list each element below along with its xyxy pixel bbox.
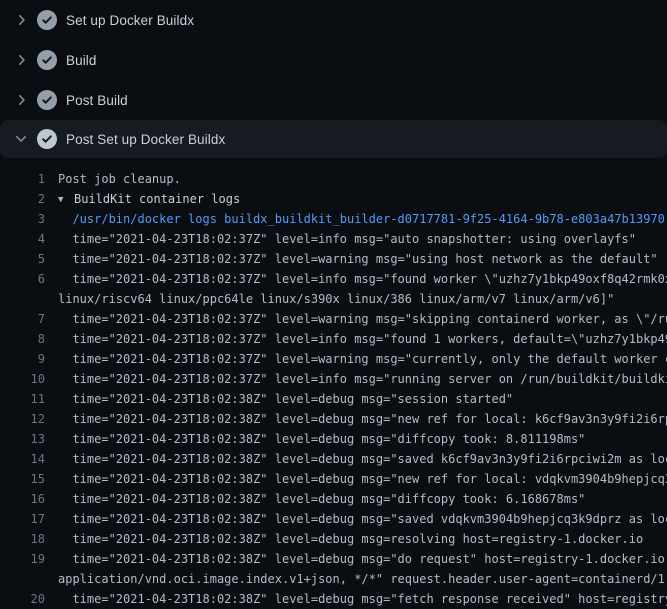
log-text: time="2021-04-23T18:02:38Z" level=debug … (58, 469, 667, 489)
log-line: 5 time="2021-04-23T18:02:37Z" level=warn… (0, 249, 667, 269)
log-line: 3 /usr/bin/docker logs buildx_buildkit_b… (0, 209, 667, 229)
chevron-right-icon[interactable] (13, 52, 29, 68)
log-text: time="2021-04-23T18:02:38Z" level=debug … (58, 409, 667, 429)
line-number[interactable]: 4 (0, 229, 45, 249)
chevron-right-icon[interactable] (13, 92, 29, 108)
log-text: time="2021-04-23T18:02:37Z" level=info m… (58, 369, 667, 389)
log-text: time="2021-04-23T18:02:37Z" level=info m… (58, 269, 667, 289)
log-text: time="2021-04-23T18:02:38Z" level=debug … (58, 449, 667, 469)
step-row-set-up-docker-buildx[interactable]: Set up Docker Buildx (0, 0, 667, 40)
log-text: time="2021-04-23T18:02:38Z" level=debug … (58, 489, 585, 509)
log-line: 11 time="2021-04-23T18:02:38Z" level=deb… (0, 389, 667, 409)
log-text: time="2021-04-23T18:02:37Z" level=warnin… (58, 249, 658, 269)
log-line: 20 time="2021-04-23T18:02:38Z" level=deb… (0, 589, 667, 609)
line-number[interactable]: 2 (0, 189, 45, 209)
log-text: linux/riscv64 linux/ppc64le linux/s390x … (58, 289, 614, 309)
line-number[interactable]: 10 (0, 369, 45, 389)
log-area: 1 Post job cleanup. 2 ▼BuildKit container l… (0, 158, 667, 609)
line-number[interactable]: 9 (0, 349, 45, 369)
line-number[interactable] (0, 289, 45, 309)
line-number[interactable]: 1 (0, 169, 45, 189)
line-number[interactable]: 16 (0, 489, 45, 509)
step-label: Post Build (66, 93, 128, 108)
line-number[interactable]: 13 (0, 429, 45, 449)
log-line: 7 time="2021-04-23T18:02:37Z" level=warn… (0, 309, 667, 329)
log-text: time="2021-04-23T18:02:38Z" level=debug … (58, 529, 643, 549)
step-label: Set up Docker Buildx (66, 13, 194, 28)
log-text: time="2021-04-23T18:02:38Z" level=debug … (58, 549, 667, 569)
step-label: Build (66, 53, 97, 68)
log-line: 14 time="2021-04-23T18:02:38Z" level=deb… (0, 449, 667, 469)
log-text: time="2021-04-23T18:02:37Z" level=info m… (58, 329, 667, 349)
line-number[interactable]: 12 (0, 409, 45, 429)
chevron-right-icon[interactable] (13, 12, 29, 28)
line-number[interactable]: 6 (0, 269, 45, 289)
log-group-label: BuildKit container logs (74, 192, 240, 206)
log-text: time="2021-04-23T18:02:37Z" level=warnin… (58, 309, 667, 329)
log-line: 1 Post job cleanup. (0, 169, 667, 189)
log-group-toggle[interactable]: ▼BuildKit container logs (58, 189, 240, 209)
log-text: time="2021-04-23T18:02:38Z" level=debug … (58, 389, 513, 409)
line-number[interactable]: 8 (0, 329, 45, 349)
line-number[interactable]: 15 (0, 469, 45, 489)
log-rows: 1 Post job cleanup. 2 ▼BuildKit container l… (0, 169, 667, 609)
line-number[interactable]: 18 (0, 529, 45, 549)
log-line: 9 time="2021-04-23T18:02:37Z" level=warn… (0, 349, 667, 369)
line-number[interactable]: 20 (0, 589, 45, 609)
log-line: 18 time="2021-04-23T18:02:38Z" level=deb… (0, 529, 667, 549)
log-command-text: /usr/bin/docker logs buildx_buildkit_bui… (58, 209, 665, 229)
line-number[interactable]: 19 (0, 549, 45, 569)
log-line: 2 ▼BuildKit container logs (0, 189, 667, 209)
log-line: 19 time="2021-04-23T18:02:38Z" level=deb… (0, 549, 667, 569)
log-text: time="2021-04-23T18:02:37Z" level=info m… (58, 229, 636, 249)
log-line: application/vnd.oci.image.index.v1+json,… (0, 569, 667, 589)
log-line: 4 time="2021-04-23T18:02:37Z" level=info… (0, 229, 667, 249)
log-line: 16 time="2021-04-23T18:02:38Z" level=deb… (0, 489, 667, 509)
log-line: linux/riscv64 linux/ppc64le linux/s390x … (0, 289, 667, 309)
line-number[interactable]: 14 (0, 449, 45, 469)
workflow-step-list: Set up Docker Buildx Build Post Build Po… (0, 0, 667, 158)
check-circle-icon (37, 90, 57, 110)
chevron-down-icon[interactable] (13, 131, 29, 147)
line-number[interactable]: 17 (0, 509, 45, 529)
triangle-down-icon: ▼ (58, 190, 74, 209)
log-line: 13 time="2021-04-23T18:02:38Z" level=deb… (0, 429, 667, 449)
log-text: application/vnd.oci.image.index.v1+json,… (58, 569, 667, 589)
log-text: Post job cleanup. (58, 169, 181, 189)
line-number[interactable]: 11 (0, 389, 45, 409)
step-row-post-set-up-docker-buildx[interactable]: Post Set up Docker Buildx (0, 120, 667, 158)
log-line: 8 time="2021-04-23T18:02:37Z" level=info… (0, 329, 667, 349)
line-number[interactable]: 7 (0, 309, 45, 329)
log-line: 17 time="2021-04-23T18:02:38Z" level=deb… (0, 509, 667, 529)
step-label: Post Set up Docker Buildx (66, 132, 225, 147)
log-text: time="2021-04-23T18:02:37Z" level=warnin… (58, 349, 667, 369)
log-text: time="2021-04-23T18:02:38Z" level=debug … (58, 509, 667, 529)
line-number[interactable]: 3 (0, 209, 45, 229)
line-number[interactable]: 5 (0, 249, 45, 269)
step-row-post-build[interactable]: Post Build (0, 80, 667, 120)
log-line: 12 time="2021-04-23T18:02:38Z" level=deb… (0, 409, 667, 429)
step-row-build[interactable]: Build (0, 40, 667, 80)
log-line: 10 time="2021-04-23T18:02:37Z" level=inf… (0, 369, 667, 389)
check-circle-icon (37, 50, 57, 70)
line-number[interactable] (0, 569, 45, 589)
check-circle-icon (37, 129, 57, 149)
log-text: time="2021-04-23T18:02:38Z" level=debug … (58, 589, 667, 609)
log-text: time="2021-04-23T18:02:38Z" level=debug … (58, 429, 585, 449)
log-line: 6 time="2021-04-23T18:02:37Z" level=info… (0, 269, 667, 289)
log-line: 15 time="2021-04-23T18:02:38Z" level=deb… (0, 469, 667, 489)
check-circle-icon (37, 10, 57, 30)
